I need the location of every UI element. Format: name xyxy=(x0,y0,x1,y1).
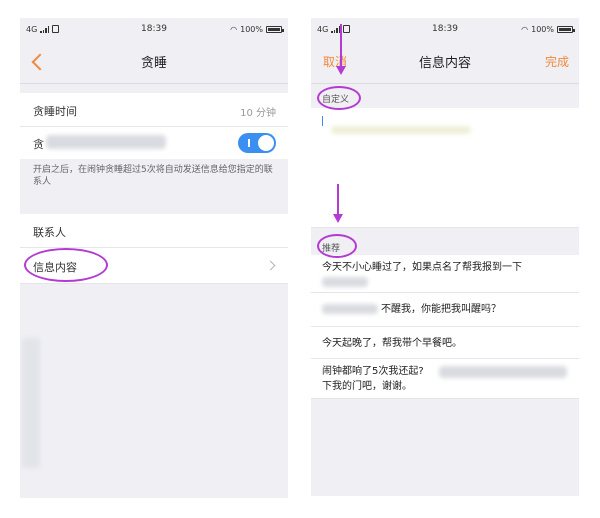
annotation-circle xyxy=(317,86,361,110)
auto-send-row: 贪 xyxy=(20,127,288,159)
auto-send-hint: 开启之后，在闹钟贪睡超过5次将自动发送信息给您指定的联系人 xyxy=(33,165,273,187)
page-title: 信息内容 xyxy=(418,56,471,71)
snooze-time-row[interactable]: 贪睡时间 10 分钟 xyxy=(20,93,288,127)
auto-send-toggle[interactable] xyxy=(238,133,276,153)
sim-icon xyxy=(343,25,351,33)
recommendation-item[interactable]: 不醒我，你能把我叫醒吗？ xyxy=(311,293,579,327)
blurred-text xyxy=(439,366,567,378)
contacts-label: 联系人 xyxy=(33,226,66,239)
chevron-right-icon xyxy=(265,260,276,271)
annotation-circle xyxy=(24,248,108,282)
network-label: 4G xyxy=(26,24,38,34)
blurred-text xyxy=(322,277,368,287)
recommendation-item[interactable]: 今天起晚了，帮我带个早餐吧。 xyxy=(311,327,579,359)
auto-send-label: 贪 xyxy=(33,138,44,151)
back-chevron-icon[interactable] xyxy=(31,53,49,71)
annotation-arrow-head xyxy=(336,66,346,75)
nav-bar: 取消 信息内容 完成 xyxy=(311,40,579,84)
battery-percent: 100% xyxy=(240,24,263,34)
blurred-text xyxy=(331,126,471,134)
custom-message-input[interactable] xyxy=(311,108,579,228)
battery-icon xyxy=(266,25,284,33)
snooze-settings-screen: 4G 18:39 ◠ 100% 贪睡 贪睡时间 10 分钟 贪 开启之后，在闹钟… xyxy=(20,18,288,498)
signal-icon xyxy=(40,25,50,33)
message-content-screen: 4G 18:39 ◠ 100% 取消 信息内容 完成 自定义 推荐 今天不小心睡… xyxy=(311,18,579,496)
status-bar: 4G 18:39 ◠ 100% xyxy=(311,18,579,40)
annotation-arrow-head xyxy=(333,214,343,223)
contacts-row[interactable]: 联系人 xyxy=(20,214,288,248)
annotation-arrow xyxy=(340,24,342,68)
recommendation-text: 今天起晚了，帮我带个早餐吧。 xyxy=(322,338,462,349)
recommendation-text: 今天不小心睡过了，如果点名了帮我报到一下 xyxy=(322,262,522,273)
annotation-circle xyxy=(317,234,357,258)
wifi-icon: ◠ xyxy=(230,24,238,34)
recommendation-text: 闹钟都响了5次我还起? xyxy=(322,366,424,377)
nav-bar: 贪睡 xyxy=(20,40,288,84)
battery-percent: 100% xyxy=(531,24,554,34)
status-bar: 4G 18:39 ◠ 100% xyxy=(20,18,288,40)
blurred-watermark xyxy=(22,338,40,468)
annotation-arrow xyxy=(337,184,339,216)
status-time: 18:39 xyxy=(432,24,458,34)
done-button[interactable]: 完成 xyxy=(545,53,569,70)
sim-icon xyxy=(52,25,60,33)
snooze-time-label: 贪睡时间 xyxy=(33,105,77,118)
blurred-text xyxy=(322,304,378,314)
recommendation-text: 不醒我，你能把我叫醒吗？ xyxy=(381,304,501,315)
recommendation-item[interactable]: 今天不小心睡过了，如果点名了帮我报到一下 xyxy=(311,255,579,293)
snooze-time-value: 10 分钟 xyxy=(240,108,276,119)
status-time: 18:39 xyxy=(141,24,167,34)
text-cursor xyxy=(322,116,323,126)
recommendation-item[interactable]: 闹钟都响了5次我还起? 下我的门吧，谢谢。 xyxy=(311,359,579,399)
blurred-label xyxy=(46,135,166,149)
wifi-icon: ◠ xyxy=(521,24,529,34)
network-label: 4G xyxy=(317,24,329,34)
signal-icon xyxy=(331,25,341,33)
battery-icon xyxy=(557,25,575,33)
recommendation-text: 下我的门吧，谢谢。 xyxy=(322,381,412,392)
page-title: 贪睡 xyxy=(140,56,167,71)
